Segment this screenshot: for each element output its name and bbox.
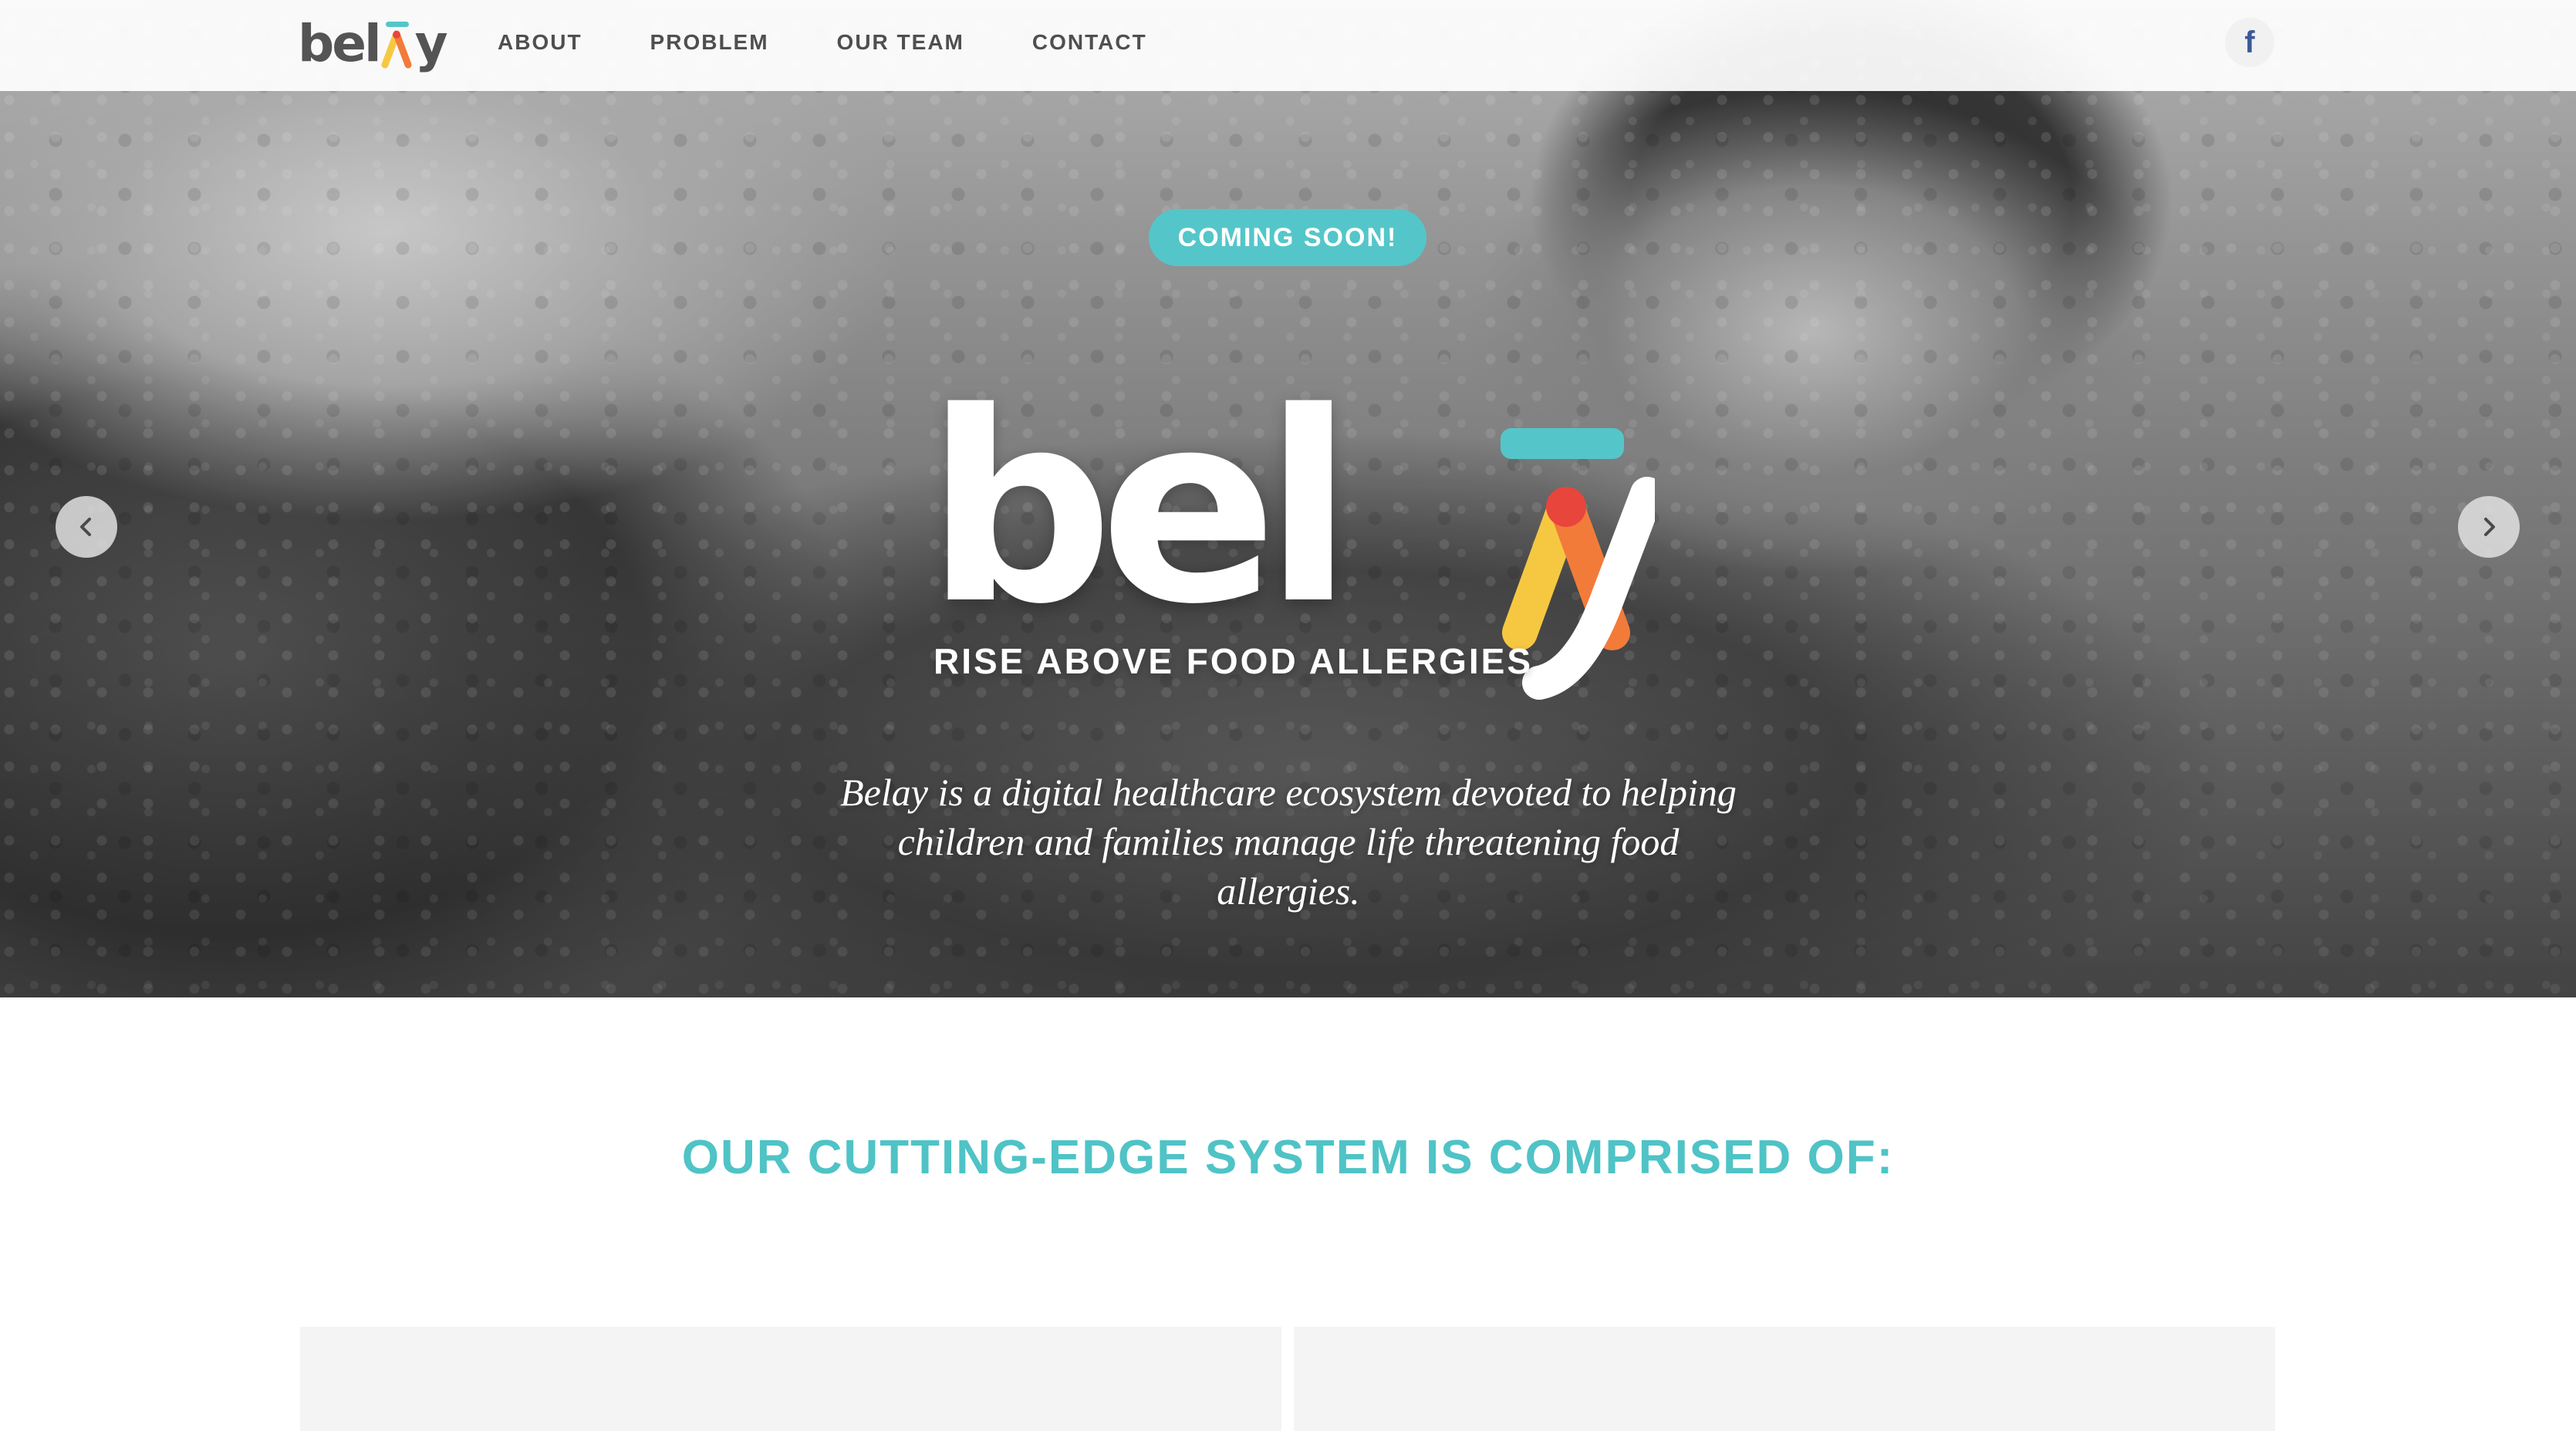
chevron-right-icon (2484, 518, 2495, 536)
facebook-button[interactable]: f (2225, 18, 2274, 67)
facebook-icon: f (2244, 25, 2255, 59)
hero-logo-word: bel (926, 356, 1354, 662)
nav-link-problem[interactable]: PROBLEM (650, 30, 769, 55)
carousel-next-button[interactable] (2458, 496, 2520, 558)
main-navigation: ABOUT PROBLEM OUR TEAM CONTACT (498, 0, 1147, 85)
hero-description: Belay is a digital healthcare ecosystem … (840, 771, 1737, 913)
logo-wordmark: bel (298, 14, 382, 73)
feature-card (1294, 1327, 2275, 1431)
logo-lambda-icon (381, 22, 412, 69)
nav-link-our-team[interactable]: OUR TEAM (837, 30, 964, 55)
logo-wordmark-tail: y (414, 14, 448, 73)
carousel-prev-button[interactable] (56, 496, 117, 558)
nav-link-about[interactable]: ABOUT (498, 30, 582, 55)
hero-tagline: RISE ABOVE FOOD ALLERGIES (934, 641, 1533, 681)
top-navbar: bel y ABOUT PROBLEM OUR TEAM CONTACT f (0, 0, 2576, 91)
coming-soon-badge: COMING SOON! (1149, 209, 1426, 266)
site-logo[interactable]: bel y (298, 14, 448, 73)
feature-card (300, 1327, 1281, 1431)
nav-link-contact[interactable]: CONTACT (1032, 30, 1147, 55)
chevron-left-icon (80, 518, 91, 536)
section-heading: OUR CUTTING-EDGE SYSTEM IS COMPRISED OF: (681, 1131, 1895, 1184)
